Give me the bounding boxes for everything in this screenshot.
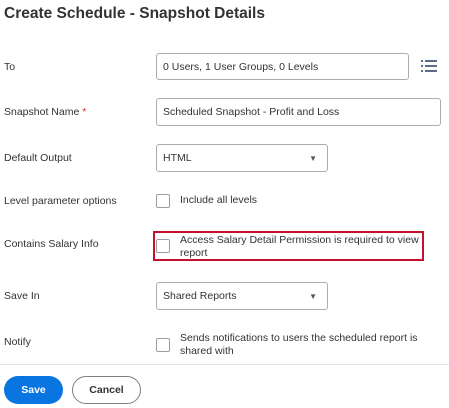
- include-all-levels-checkbox[interactable]: [156, 194, 170, 208]
- footer-divider: [0, 364, 449, 365]
- list-icon[interactable]: [421, 59, 437, 73]
- chevron-down-icon: ▼: [309, 153, 317, 163]
- snapshot-name-input[interactable]: Scheduled Snapshot - Profit and Loss: [156, 98, 441, 126]
- notify-checkbox[interactable]: [156, 338, 170, 352]
- notify-label: Notify: [4, 336, 31, 348]
- save-in-value: Shared Reports: [163, 290, 237, 302]
- snapshot-name-label: Snapshot Name *: [4, 106, 86, 118]
- chevron-down-icon: ▼: [309, 291, 317, 301]
- to-label: To: [4, 61, 16, 73]
- notify-checkbox-label: Sends notifications to users the schedul…: [180, 332, 418, 358]
- to-field-value: 0 Users, 1 User Groups, 0 Levels: [163, 60, 319, 73]
- default-output-value: HTML: [163, 152, 192, 164]
- salary-info-line2: report: [180, 247, 208, 259]
- default-output-label: Default Output: [4, 152, 72, 164]
- save-button[interactable]: Save: [4, 376, 63, 404]
- save-in-label: Save In: [4, 290, 40, 302]
- cancel-button[interactable]: Cancel: [72, 376, 141, 404]
- to-field[interactable]: 0 Users, 1 User Groups, 0 Levels: [156, 53, 409, 80]
- default-output-select[interactable]: HTML ▼: [156, 144, 328, 172]
- salary-info-line1: Access Salary Detail Permission is requi…: [180, 234, 419, 246]
- snapshot-name-value: Scheduled Snapshot - Profit and Loss: [163, 106, 340, 118]
- save-in-select[interactable]: Shared Reports ▼: [156, 282, 328, 310]
- page-title: Create Schedule - Snapshot Details: [4, 5, 265, 22]
- level-parameter-label: Level parameter options: [4, 195, 117, 207]
- salary-info-checkbox-label: Access Salary Detail Permission is requi…: [180, 234, 419, 260]
- snapshot-name-label-text: Snapshot Name: [4, 106, 80, 118]
- notify-line1: Sends notifications to users the schedul…: [180, 332, 418, 344]
- salary-info-checkbox[interactable]: [156, 239, 170, 253]
- required-mark: *: [82, 106, 87, 118]
- notify-line2: shared with: [180, 345, 234, 357]
- include-all-levels-label: Include all levels: [180, 194, 258, 206]
- salary-info-label: Contains Salary Info: [4, 238, 99, 250]
